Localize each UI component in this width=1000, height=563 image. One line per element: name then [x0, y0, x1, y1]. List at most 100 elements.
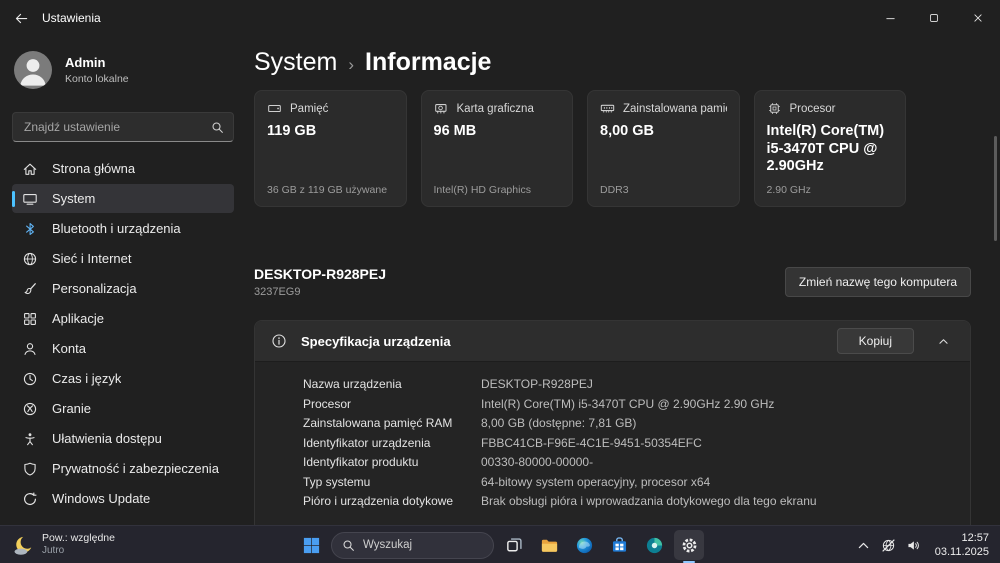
sidebar-item-privacy[interactable]: Prywatność i zabezpieczenia — [12, 454, 234, 483]
start-button[interactable] — [296, 530, 326, 560]
device-name-section: DESKTOP-R928PEJ 3237EG9 Zmień nazwę tego… — [254, 262, 971, 302]
spec-value: 64-bitowy system operacyjny, procesor x6… — [481, 473, 954, 493]
breadcrumb-parent[interactable]: System — [254, 45, 337, 79]
weather-icon — [12, 534, 35, 557]
user-profile[interactable]: Admin Konto lokalne — [0, 44, 246, 96]
gaming-icon — [22, 401, 38, 417]
spec-value: DESKTOP-R928PEJ — [481, 375, 954, 395]
card-value: 8,00 GB — [600, 123, 727, 141]
storage-icon — [267, 101, 282, 116]
sidebar-item-system[interactable]: System — [12, 184, 234, 213]
spec-label: Pióro i urządzenia dotykowe — [303, 492, 481, 512]
settings-icon[interactable] — [674, 530, 704, 560]
desktop: Ustawienia Admin Konto lokalne — [0, 0, 1000, 563]
microsoft-store-icon[interactable] — [604, 530, 634, 560]
spec-header[interactable]: Specyfikacja urządzenia Kopiuj — [255, 321, 970, 361]
spec-value: FBBC41CB-F96E-4C1E-9451-50354EFC — [481, 434, 954, 454]
taskbar-clock[interactable]: 12:57 03.11.2025 — [926, 531, 996, 560]
spec-label: Typ systemu — [303, 473, 481, 493]
sidebar-item-personalization[interactable]: Personalizacja — [12, 274, 234, 303]
back-button[interactable] — [0, 0, 42, 36]
spec-label: Identyfikator urządzenia — [303, 434, 481, 454]
spec-rows: Nazwa urządzeniaDESKTOP-R928PEJProcesorI… — [255, 361, 970, 525]
card-title: Procesor — [790, 103, 836, 115]
taskbar-search[interactable]: Wyszukaj — [331, 532, 494, 559]
gpu-icon — [434, 101, 449, 116]
card-cpu[interactable]: ProcesorIntel(R) Core(TM) i5-3470T CPU @… — [754, 90, 907, 207]
card-subtitle: 36 GB z 119 GB używane — [267, 184, 394, 196]
page-title: Informacje — [365, 45, 491, 79]
card-subtitle: 2.90 GHz — [767, 184, 894, 196]
ram-icon — [600, 101, 615, 116]
accessibility-icon — [22, 431, 38, 447]
sidebar-item-accessibility[interactable]: Ułatwienia dostępu — [12, 424, 234, 453]
spec-value: 8,00 GB (dostępne: 7,81 GB) — [481, 414, 954, 434]
card-storage[interactable]: Pamięć119 GB36 GB z 119 GB używane — [254, 90, 407, 207]
sidebar-item-gaming[interactable]: Granie — [12, 394, 234, 423]
system-tray: 12:57 03.11.2025 — [851, 526, 996, 563]
breadcrumb-separator-icon: › — [348, 48, 354, 82]
task-view-icon[interactable] — [499, 530, 529, 560]
settings-search-input[interactable] — [22, 119, 211, 135]
copy-button[interactable]: Kopiuj — [837, 328, 914, 354]
window-controls — [868, 0, 1000, 36]
device-model: 3237EG9 — [254, 286, 386, 298]
avatar — [14, 51, 52, 89]
card-gpu[interactable]: Karta graficzna96 MBIntel(R) HD Graphics — [421, 90, 574, 207]
card-ram[interactable]: Zainstalowana pamięć RAM8,00 GBDDR3 — [587, 90, 740, 207]
spec-value: Intel(R) Core(TM) i5-3470T CPU @ 2.90GHz… — [481, 395, 954, 415]
weather-widget[interactable]: Pow.: względne Jutro — [4, 526, 123, 563]
taskbar-search-label: Wyszukaj — [363, 539, 412, 551]
clock-date: 03.11.2025 — [935, 545, 989, 559]
privacy-icon — [22, 461, 38, 477]
sidebar-item-label: Ułatwienia dostępu — [52, 431, 162, 446]
minimize-button[interactable] — [868, 0, 912, 36]
weather-line2: Jutro — [42, 545, 115, 558]
spec-value: Brak obsługi pióra i wprowadzania dotyko… — [481, 492, 954, 512]
card-subtitle: DDR3 — [600, 184, 727, 196]
network-status-icon[interactable] — [876, 530, 901, 560]
summary-cards: Pamięć119 GB36 GB z 119 GB używaneKarta … — [254, 90, 906, 207]
apps-icon — [22, 311, 38, 327]
titlebar: Ustawienia — [0, 0, 1000, 36]
maximize-button[interactable] — [912, 0, 956, 36]
sidebar-item-network[interactable]: Sieć i Internet — [12, 244, 234, 273]
spec-row: Zainstalowana pamięć RAM8,00 GB (dostępn… — [303, 414, 954, 434]
tray-icons-mount — [851, 530, 926, 560]
sidebar-item-accounts[interactable]: Konta — [12, 334, 234, 363]
card-value: 96 MB — [434, 123, 561, 141]
volume-icon[interactable] — [901, 530, 926, 560]
spec-row: Pióro i urządzenia dotykoweBrak obsługi … — [303, 492, 954, 512]
sidebar-item-update[interactable]: Windows Update — [12, 484, 234, 513]
rename-pc-button[interactable]: Zmień nazwę tego komputera — [785, 267, 971, 297]
user-account-type: Konto lokalne — [65, 73, 129, 85]
active-indicator — [12, 191, 15, 207]
sidebar-item-bluetooth[interactable]: Bluetooth i urządzenia — [12, 214, 234, 243]
window-scrollbar[interactable] — [994, 136, 997, 241]
taskbar-apps — [499, 530, 704, 560]
card-value: 119 GB — [267, 123, 394, 141]
media-app-icon[interactable] — [639, 530, 669, 560]
sidebar-item-label: Bluetooth i urządzenia — [52, 221, 181, 236]
spec-value: 00330-80000-00000- — [481, 453, 954, 473]
main-content: System › Informacje Pamięć119 GB36 GB z … — [246, 36, 1000, 525]
sidebar-item-apps[interactable]: Aplikacje — [12, 304, 234, 333]
collapse-button[interactable] — [928, 326, 958, 356]
personalization-icon — [22, 281, 38, 297]
edge-icon[interactable] — [569, 530, 599, 560]
sidebar-nav: Strona głównaSystem Bluetooth i urządzeni… — [0, 154, 246, 513]
sidebar-item-label: Konta — [52, 341, 86, 356]
spec-label: Identyfikator produktu — [303, 453, 481, 473]
bluetooth-icon — [22, 221, 38, 237]
spec-label: Procesor — [303, 395, 481, 415]
tray-chevron-icon[interactable] — [851, 530, 876, 560]
spec-row: ProcesorIntel(R) Core(TM) i5-3470T CPU @… — [303, 395, 954, 415]
user-name: Admin — [65, 55, 129, 71]
device-spec-section: Specyfikacja urządzenia Kopiuj Nazwa urz… — [254, 320, 971, 525]
settings-search-box[interactable] — [12, 112, 234, 142]
back-arrow-icon — [14, 11, 29, 26]
file-explorer-icon[interactable] — [534, 530, 564, 560]
sidebar-item-time[interactable]: Czas i język — [12, 364, 234, 393]
sidebar-item-home[interactable]: Strona główna — [12, 154, 234, 183]
close-button[interactable] — [956, 0, 1000, 36]
